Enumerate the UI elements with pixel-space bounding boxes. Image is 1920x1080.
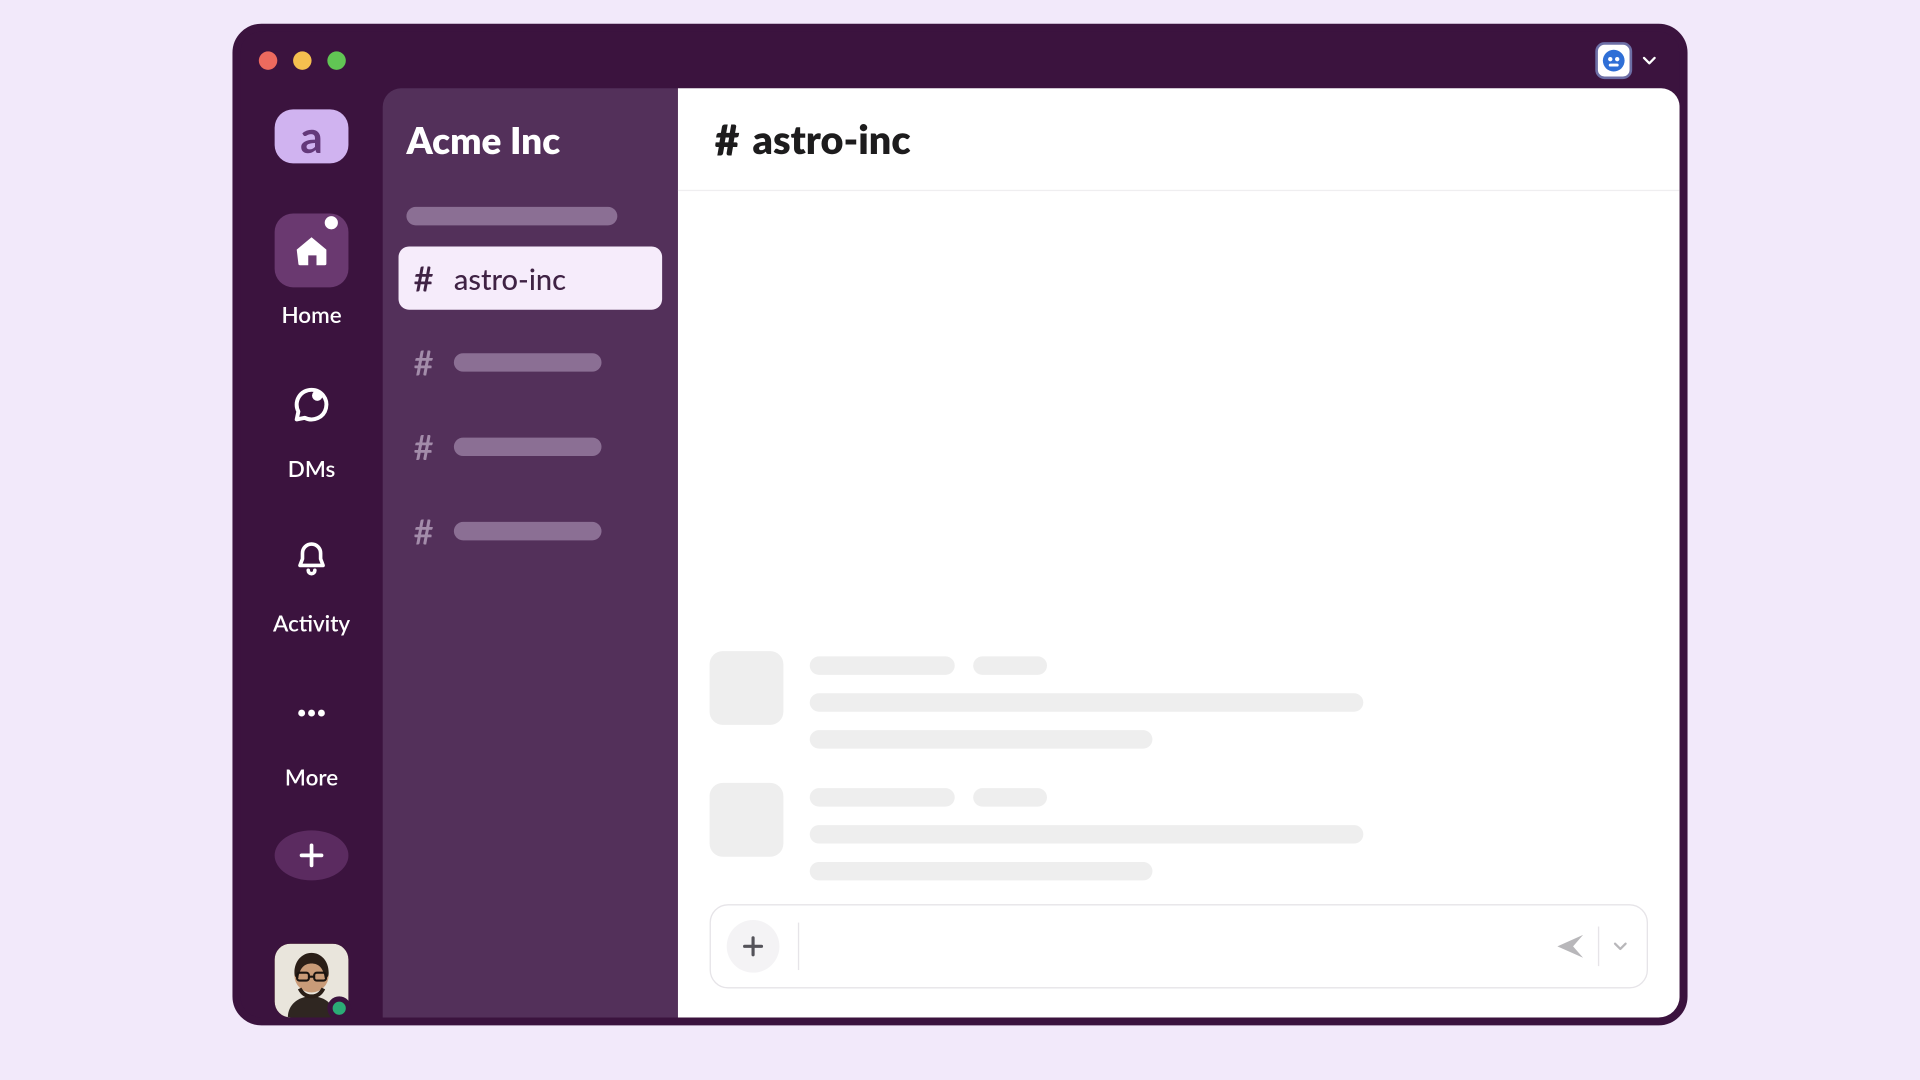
channel-sidebar: Acme Inc # astro-inc # # # xyxy=(383,88,678,1017)
home-icon xyxy=(292,231,332,271)
hash-icon: # xyxy=(412,426,436,468)
message-time-placeholder xyxy=(973,656,1047,674)
message-avatar-placeholder xyxy=(710,783,784,857)
send-options-button[interactable] xyxy=(1610,936,1631,957)
bot-icon xyxy=(1602,48,1626,72)
rail-item-home[interactable]: Home xyxy=(275,214,349,329)
chevron-down-icon xyxy=(1610,936,1631,957)
window-close-button[interactable] xyxy=(259,51,277,69)
message-line-placeholder xyxy=(810,693,1364,711)
rail-item-more[interactable]: More xyxy=(275,676,349,791)
create-new-button[interactable] xyxy=(275,830,349,880)
divider xyxy=(798,923,799,970)
hash-icon: # xyxy=(412,510,436,552)
current-user-avatar[interactable] xyxy=(275,944,349,1018)
send-button[interactable] xyxy=(1553,929,1587,963)
channel-placeholder xyxy=(406,207,617,225)
channel-row-placeholder[interactable]: # xyxy=(399,500,663,563)
channel-row-placeholder[interactable]: # xyxy=(399,415,663,478)
channel-name-placeholder xyxy=(454,438,602,456)
message-line-placeholder xyxy=(810,825,1364,843)
message-composer xyxy=(710,904,1648,988)
message-time-placeholder xyxy=(973,788,1047,806)
channel-header-title: astro-inc xyxy=(752,115,910,162)
send-icon xyxy=(1553,929,1587,963)
bell-icon xyxy=(292,539,332,579)
plus-icon xyxy=(739,932,768,961)
hash-icon: # xyxy=(412,341,436,383)
message-line-placeholder xyxy=(810,730,1153,748)
dms-icon-container xyxy=(275,368,349,442)
nav-rail: a Home xyxy=(240,88,382,1017)
rail-label-activity: Activity xyxy=(273,609,350,637)
window-controls xyxy=(259,51,346,69)
channel-row-selected[interactable]: # astro-inc xyxy=(399,246,663,309)
integration-menu-chevron[interactable] xyxy=(1632,49,1666,70)
titlebar xyxy=(240,32,1679,89)
message-input[interactable] xyxy=(818,932,1535,960)
message-name-placeholder xyxy=(810,788,955,806)
hash-icon: # xyxy=(715,113,739,164)
workspace-name[interactable]: Acme Inc xyxy=(399,117,663,162)
conversation-pane: # astro-inc xyxy=(678,88,1680,1017)
window-minimize-button[interactable] xyxy=(293,51,311,69)
channel-name: astro-inc xyxy=(454,260,566,296)
chat-bubble-icon xyxy=(292,385,332,425)
activity-icon-container xyxy=(275,522,349,596)
channel-header[interactable]: # astro-inc xyxy=(678,88,1680,191)
ellipsis-icon xyxy=(292,693,332,733)
rail-label-dms: DMs xyxy=(288,455,336,483)
hash-icon: # xyxy=(412,257,436,299)
rail-item-dms[interactable]: DMs xyxy=(275,368,349,483)
window-zoom-button[interactable] xyxy=(327,51,345,69)
workspace-tile-letter: a xyxy=(300,109,323,163)
workspace-tile[interactable]: a xyxy=(275,109,349,163)
attach-button[interactable] xyxy=(727,920,780,973)
plus-icon xyxy=(294,838,328,872)
message-list xyxy=(678,191,1680,904)
rail-item-activity[interactable]: Activity xyxy=(273,522,350,637)
more-icon-container xyxy=(275,676,349,750)
message-line-placeholder xyxy=(810,862,1153,880)
divider xyxy=(1598,927,1599,967)
message-avatar-placeholder xyxy=(710,651,784,725)
channel-name-placeholder xyxy=(454,353,602,371)
message-name-placeholder xyxy=(810,656,955,674)
channel-name-placeholder xyxy=(454,522,602,540)
app-window: a Home xyxy=(232,24,1687,1026)
message-placeholder xyxy=(710,651,1648,749)
home-icon-container xyxy=(275,214,349,288)
presence-indicator-online xyxy=(327,996,351,1020)
message-placeholder xyxy=(710,783,1648,881)
channel-row-placeholder[interactable]: # xyxy=(399,331,663,394)
home-unread-badge xyxy=(325,216,338,229)
integration-avatar[interactable] xyxy=(1595,42,1632,79)
channel-list: # astro-inc # # # xyxy=(399,207,663,563)
rail-label-more: More xyxy=(285,763,338,791)
rail-label-home: Home xyxy=(281,301,341,329)
chevron-down-icon xyxy=(1639,49,1660,70)
